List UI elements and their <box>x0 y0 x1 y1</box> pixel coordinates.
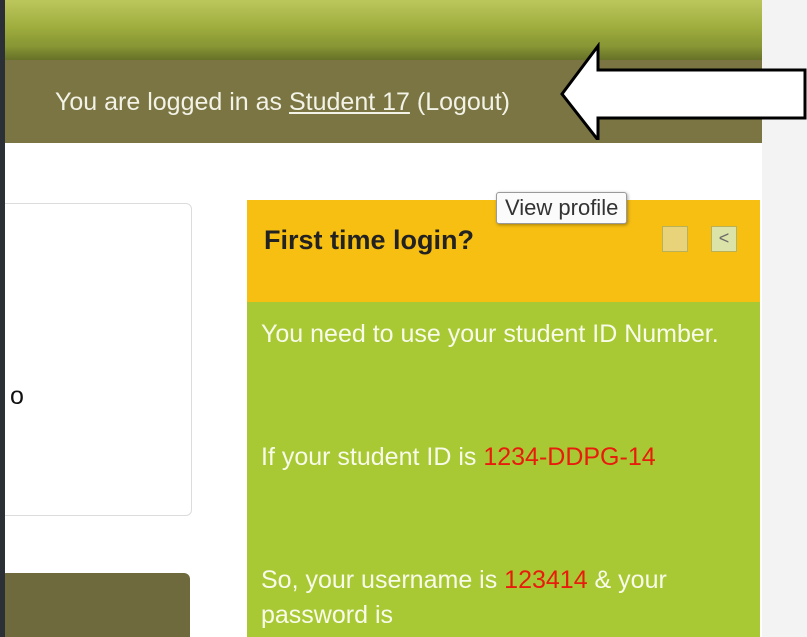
student-id-prefix: If your student ID is <box>261 443 484 471</box>
block-title: First time login? <box>264 225 475 255</box>
user-profile-link[interactable]: Student 17 <box>289 88 410 116</box>
username-example: So, your username is 123414 & your passw… <box>261 563 741 633</box>
username-value: 123414 <box>504 566 588 594</box>
bottom-block-header <box>5 573 190 637</box>
logout-link[interactable]: (Logout) <box>410 88 510 116</box>
username-prefix: So, your username is <box>261 566 505 594</box>
content-card-text: o <box>10 382 24 410</box>
content-card <box>5 203 192 516</box>
login-info: You are logged in as Student 17 (Logout) <box>55 88 510 117</box>
login-prefix: You are logged in as <box>55 88 289 116</box>
dock-icon[interactable]: < <box>711 226 737 252</box>
student-id-example: If your student ID is 1234-DDPG-14 <box>261 440 741 475</box>
view-profile-tooltip: View profile <box>496 192 628 224</box>
hide-icon[interactable] <box>662 226 688 252</box>
annotation-arrow-icon <box>560 42 807 140</box>
instruction-text: You need to use your student ID Number. <box>261 320 719 348</box>
student-id-value: 1234-DDPG-14 <box>483 443 656 471</box>
